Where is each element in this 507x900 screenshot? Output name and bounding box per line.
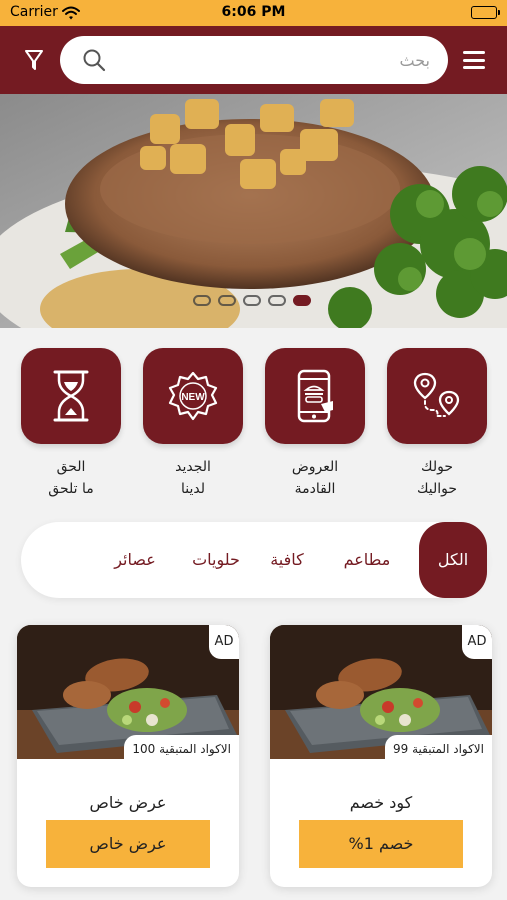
- tab-juices[interactable]: عصائر: [113, 522, 157, 598]
- battery-icon: [471, 6, 500, 19]
- carousel-dot[interactable]: [268, 295, 286, 306]
- search-bar[interactable]: [60, 36, 448, 84]
- status-bar: Carrier 6:06 PM: [0, 0, 507, 26]
- carousel-dot[interactable]: [218, 295, 236, 306]
- feature-hurry[interactable]: الحق ما تلحق: [21, 348, 121, 500]
- tab-sweets[interactable]: حلويات: [190, 522, 242, 598]
- carousel-dot[interactable]: [193, 295, 211, 306]
- new-badge-icon[interactable]: NEW: [143, 348, 243, 444]
- offer-card[interactable]: AD الاكواد المتبقية 100 عرض خاص عرض خاص: [17, 625, 239, 887]
- search-input[interactable]: [130, 46, 430, 74]
- mobile-offers-icon[interactable]: [265, 348, 365, 444]
- feature-label: العروض القادمة: [291, 459, 339, 497]
- feature-nearby[interactable]: حولك حواليك: [387, 348, 487, 500]
- feature-label: الحق ما تلحق: [48, 459, 94, 497]
- offer-title: عرض خاص: [89, 793, 167, 812]
- feature-label: حولك حواليك: [416, 459, 458, 497]
- feature-new[interactable]: NEW الجديد لدينا: [143, 348, 243, 500]
- svg-text:NEW: NEW: [181, 392, 205, 403]
- carousel-indicator[interactable]: [193, 295, 311, 306]
- hourglass-icon[interactable]: [21, 348, 121, 444]
- search-icon[interactable]: [82, 48, 106, 76]
- feature-label: الجديد لدينا: [175, 459, 211, 497]
- feature-upcoming-offers[interactable]: العروض القادمة: [265, 348, 365, 500]
- offer-title: كود خصم: [349, 793, 413, 812]
- filter-icon[interactable]: [18, 44, 50, 76]
- ad-badge: AD: [462, 625, 492, 659]
- offer-button[interactable]: عرض خاص: [46, 820, 210, 868]
- tab-cafe[interactable]: كافية: [259, 522, 315, 598]
- remaining-codes: الاكواد المتبقية 99: [385, 735, 492, 761]
- offer-card[interactable]: AD الاكواد المتبقية 99 كود خصم خصم 1%: [270, 625, 492, 887]
- route-pins-icon[interactable]: [387, 348, 487, 444]
- banner-carousel[interactable]: [0, 94, 507, 328]
- clock: 6:06 PM: [221, 4, 286, 20]
- banner-food-image: [0, 94, 507, 328]
- carousel-dot[interactable]: [293, 295, 311, 306]
- remaining-codes: الاكواد المتبقية 100: [124, 735, 239, 761]
- app-bar: [0, 26, 507, 94]
- tab-all[interactable]: الكل: [419, 522, 487, 598]
- offer-button[interactable]: خصم 1%: [299, 820, 463, 868]
- carousel-dot[interactable]: [243, 295, 261, 306]
- ad-badge: AD: [209, 625, 239, 659]
- hamburger-menu-icon[interactable]: [459, 46, 489, 74]
- category-tabs: الكل مطاعم كافية حلويات عصائر: [21, 522, 487, 598]
- tab-restaurants[interactable]: مطاعم: [335, 522, 399, 598]
- feature-shortcuts: الحق ما تلحق NEW الجديد لدينا العروض الق…: [0, 348, 507, 508]
